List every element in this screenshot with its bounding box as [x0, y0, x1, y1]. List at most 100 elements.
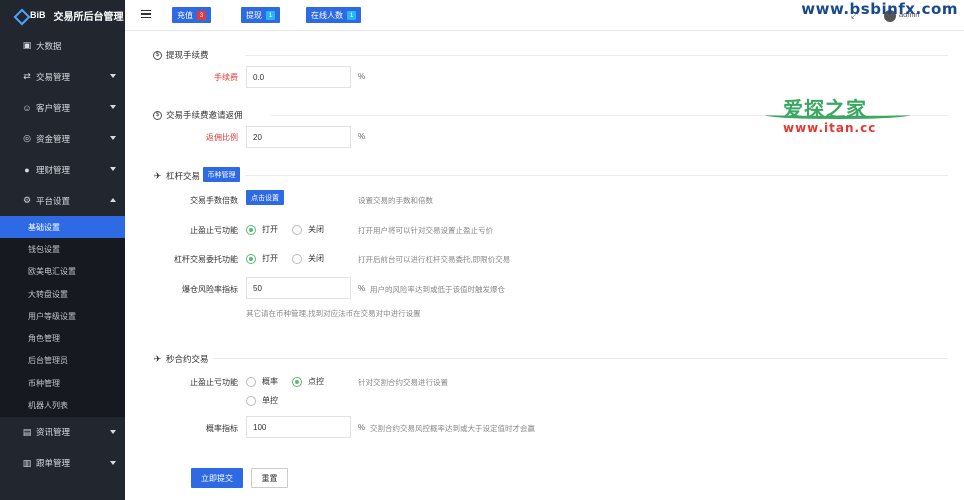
withdraw-fee-input[interactable]: 0.0: [246, 66, 351, 88]
user-icon: ☺: [22, 102, 32, 113]
sidebar-subitem-admin-management[interactable]: 后台管理员: [0, 350, 125, 372]
radio-checked-icon: [292, 376, 302, 387]
section-title-text: 秒合约交易: [166, 354, 209, 364]
section-title-text: 杠杆交易: [166, 171, 201, 181]
sidebar-item-big-data[interactable]: ▣ 大数据: [0, 30, 125, 61]
recharge-button[interactable]: 充值 3: [172, 7, 211, 23]
sidebar: BiB 交易所后台管理 ▣ 大数据 ⇄ 交易管理 ☺ 客户管理 ◎ 资金管理 ●…: [0, 0, 125, 500]
chevron-up-icon: [110, 198, 116, 202]
withdraw-fee-label: 手续费: [214, 73, 238, 82]
point-control-radio[interactable]: 点控: [292, 376, 324, 387]
paper-plane-icon: ✈: [153, 353, 162, 364]
liquidation-risk-hint: 用户的风险率达到或低于该值时触发爆仓: [370, 285, 505, 294]
radio-label: 关闭: [308, 225, 324, 234]
sidebar-item-news-management[interactable]: ▤ 资讯管理: [0, 417, 125, 448]
rebate-section-title: $ 交易手续费邀请返佣: [153, 109, 243, 121]
rebate-ratio-input[interactable]: 20: [246, 126, 351, 148]
single-control-radio[interactable]: 单控: [246, 395, 278, 406]
sidebar-item-trade-management[interactable]: ⇄ 交易管理: [0, 61, 125, 92]
platform-settings-submenu: 基础设置 钱包设置 欧美电汇设置 大转盘设置 用户等级设置 角色管理 后台管理员…: [0, 216, 125, 417]
sidebar-subitem-wire-settings[interactable]: 欧美电汇设置: [0, 261, 125, 283]
tpsl-on-radio[interactable]: 打开: [246, 224, 278, 235]
brand: BiB 交易所后台管理: [0, 0, 125, 30]
piggy-bank-icon: ●: [24, 164, 30, 175]
sidebar-item-wealth-management[interactable]: ● 理财管理: [0, 154, 125, 185]
radio-label: 打开: [262, 254, 278, 263]
news-icon: ▤: [22, 426, 32, 437]
radio-label: 单控: [262, 396, 278, 405]
entrust-hint: 打开后前台可以进行杠杆交易委托,即限价交易: [358, 255, 511, 264]
coin-management-button[interactable]: 币种管理: [203, 167, 240, 182]
dashboard-icon: ▣: [22, 40, 32, 50]
seconds-tpsl-hint: 针对交割合约交易进行设置: [358, 378, 448, 387]
chevron-down-icon: [110, 460, 116, 465]
sidebar-subitem-wallet-settings[interactable]: 钱包设置: [0, 238, 125, 260]
other-settings-hint: 其它请在币种管理,找到对应法币在交易对中进行设置: [246, 309, 421, 318]
recharge-count-badge: 3: [197, 10, 206, 20]
brand-logo-icon: [14, 9, 26, 21]
paper-plane-icon: ✈: [153, 170, 162, 181]
probability-unit: %: [358, 423, 366, 432]
watermark-swoosh-icon: [765, 111, 910, 119]
withdraw-fee-unit: %: [358, 72, 366, 81]
online-users-count-badge: 1: [347, 10, 356, 20]
sidebar-subitem-wheel-settings[interactable]: 大转盘设置: [0, 283, 125, 305]
copy-trade-icon: ▥: [22, 457, 32, 468]
menu-toggle-icon[interactable]: [141, 10, 151, 18]
sidebar-item-label: 资讯管理: [36, 427, 71, 438]
submit-button[interactable]: 立即提交: [191, 468, 243, 488]
sidebar-subitem-user-level-settings[interactable]: 用户等级设置: [0, 305, 125, 327]
rebate-ratio-label: 返佣比例: [206, 133, 238, 142]
sidebar-item-customer-management[interactable]: ☺ 客户管理: [0, 92, 125, 123]
chevron-down-icon: [110, 74, 116, 78]
sidebar-subitem-basic-settings[interactable]: 基础设置: [0, 216, 125, 239]
sidebar-item-label: 理财管理: [36, 164, 71, 175]
watermark-logo: 爱探之家 www.itan.cc: [765, 91, 925, 141]
liquidation-risk-input[interactable]: 50: [246, 277, 351, 299]
divider: [245, 55, 948, 56]
sidebar-item-fund-management[interactable]: ◎ 资金管理: [0, 123, 125, 154]
chevron-down-icon: [110, 136, 116, 140]
radio-unchecked-icon: [246, 376, 256, 387]
recharge-label: 充值: [177, 10, 193, 20]
entrust-on-radio[interactable]: 打开: [246, 253, 278, 264]
radio-label: 点控: [308, 377, 324, 386]
watermark-url: www.bsbinfx.com: [801, 0, 958, 18]
radio-unchecked-icon: [292, 253, 302, 264]
topbar: 充值 3 提现 1 在线人数 1 ⤢ admin www.bsbinfx.com: [125, 0, 964, 31]
probability-radio[interactable]: 概率: [246, 376, 278, 387]
radio-checked-icon: [246, 224, 256, 235]
leverage-section-title: ✈ 杠杆交易: [153, 170, 200, 182]
sidebar-subitem-role-management[interactable]: 角色管理: [0, 327, 125, 349]
money-icon: ◎: [23, 133, 31, 143]
liquidation-risk-unit: %: [358, 284, 366, 293]
radio-label: 概率: [262, 377, 278, 386]
sidebar-item-platform-settings[interactable]: ⚙ 平台设置: [0, 185, 125, 216]
brand-logo-text: BiB: [30, 10, 46, 20]
sidebar-item-label: 客户管理: [36, 102, 71, 113]
section-title-text: 提现手续费: [166, 50, 209, 60]
chevron-down-icon: [110, 105, 116, 109]
withdraw-button[interactable]: 提现 1: [241, 7, 280, 23]
dollar-icon: $: [153, 50, 162, 60]
online-users-label: 在线人数: [311, 10, 343, 20]
probability-input[interactable]: 100: [246, 416, 351, 438]
sidebar-subitem-coin-management[interactable]: 币种管理: [0, 372, 125, 394]
set-multiplier-button[interactable]: 点击设置: [246, 190, 284, 205]
tpsl-off-radio[interactable]: 关闭: [292, 224, 324, 235]
dollar-icon: $: [153, 110, 162, 120]
multiplier-hint: 设置交易的手数和倍数: [358, 196, 433, 205]
sidebar-item-copy-trade-management[interactable]: ▥ 跟单管理: [0, 448, 125, 479]
watermark-logo-url: www.itan.cc: [783, 121, 877, 135]
exchange-icon: ⇄: [23, 71, 31, 81]
sidebar-subitem-robot-list[interactable]: 机器人列表: [0, 394, 125, 416]
withdraw-fee-section-title: $ 提现手续费: [153, 49, 209, 61]
reset-button[interactable]: 重置: [251, 468, 288, 488]
entrust-label: 杠杆交易委托功能: [174, 255, 238, 264]
lot-multiplier-label: 交易手数倍数: [190, 196, 238, 205]
online-users-button[interactable]: 在线人数 1: [306, 7, 361, 23]
entrust-off-radio[interactable]: 关闭: [292, 253, 324, 264]
sidebar-item-label: 跟单管理: [36, 458, 71, 469]
withdraw-label: 提现: [246, 10, 262, 20]
rebate-ratio-unit: %: [358, 132, 366, 141]
